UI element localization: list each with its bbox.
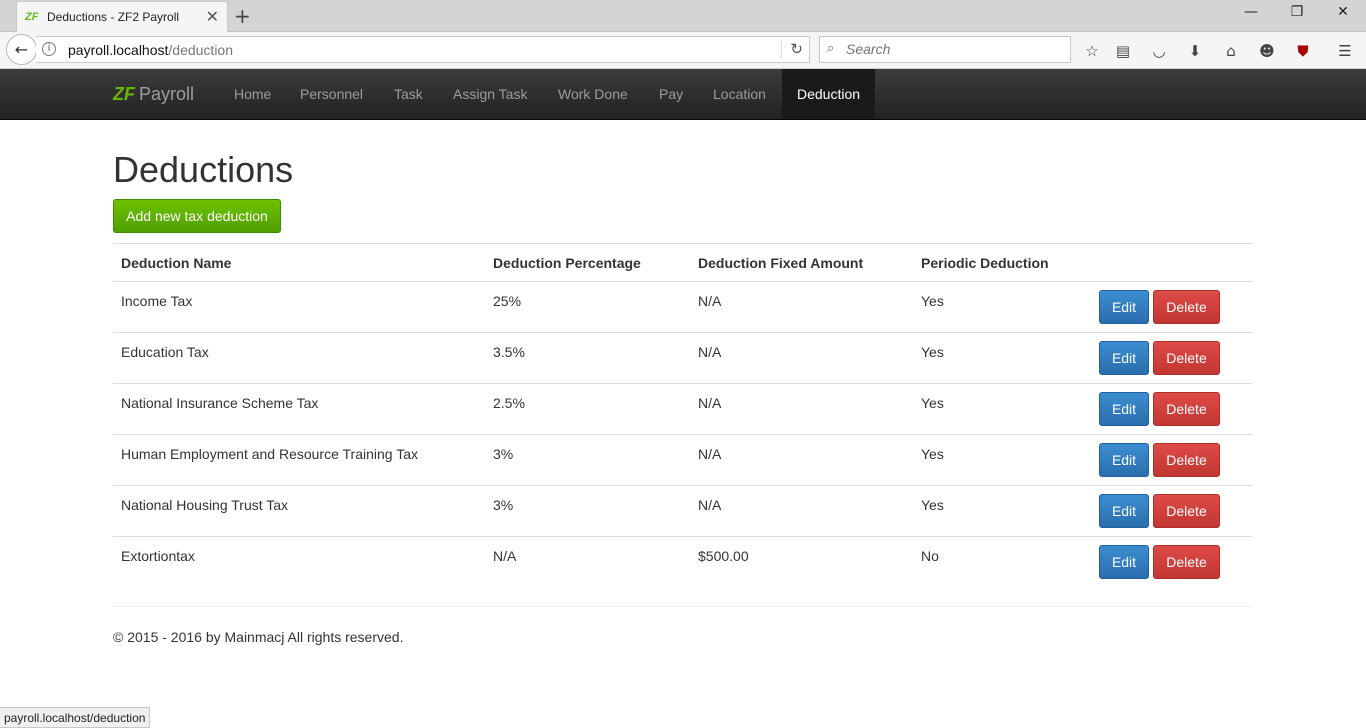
cell-name: Extortiontax xyxy=(121,548,195,564)
cell-name: National Insurance Scheme Tax xyxy=(121,395,319,411)
header-deduction-name: Deduction Name xyxy=(121,255,232,271)
cell-percentage: 3% xyxy=(493,446,514,462)
close-window-icon[interactable]: ✕ xyxy=(1320,4,1366,20)
close-tab-icon[interactable]: ✕ xyxy=(206,7,219,26)
header-deduction-percentage: Deduction Percentage xyxy=(493,255,641,271)
edit-button[interactable]: Edit xyxy=(1099,494,1149,528)
cell-fixed-amount: N/A xyxy=(698,395,722,411)
nav-item-task[interactable]: Task xyxy=(379,69,438,119)
edit-button[interactable]: Edit xyxy=(1099,290,1149,324)
table-header: Deduction Name Deduction Percentage Dedu… xyxy=(113,244,1253,282)
delete-button[interactable]: Delete xyxy=(1153,494,1220,528)
new-tab-button[interactable]: + xyxy=(234,4,251,28)
cell-name: Human Employment and Resource Training T… xyxy=(121,446,419,462)
search-input[interactable] xyxy=(846,41,1066,57)
reader-list-icon[interactable]: ▤ xyxy=(1112,40,1134,62)
delete-button[interactable]: Delete xyxy=(1153,290,1220,324)
browser-status-bar: payroll.localhost/deduction xyxy=(0,707,151,728)
browser-tab[interactable]: ZF Deductions - ZF2 Payroll ✕ xyxy=(16,1,228,32)
search-bar[interactable]: ⌕ xyxy=(819,36,1071,63)
page-title: Deductions xyxy=(113,149,294,190)
menu-icon[interactable]: ☰ xyxy=(1334,40,1356,62)
reload-icon[interactable]: ↻ xyxy=(781,40,803,58)
table-row: Extortiontax N/A $500.00 No Edit Delete xyxy=(113,537,1253,588)
cell-fixed-amount: N/A xyxy=(698,497,722,513)
add-deduction-button[interactable]: Add new tax deduction xyxy=(113,199,281,233)
cell-periodic: Yes xyxy=(921,293,944,309)
cell-periodic: Yes xyxy=(921,446,944,462)
home-icon[interactable]: ⌂ xyxy=(1220,40,1242,62)
cell-fixed-amount: N/A xyxy=(698,446,722,462)
delete-button[interactable]: Delete xyxy=(1153,392,1220,426)
deductions-table: Deduction Name Deduction Percentage Dedu… xyxy=(113,243,1253,588)
restore-icon[interactable]: ❐ xyxy=(1274,4,1320,20)
table-row: National Insurance Scheme Tax 2.5% N/A Y… xyxy=(113,384,1253,435)
cell-periodic: Yes xyxy=(921,395,944,411)
cell-fixed-amount: N/A xyxy=(698,344,722,360)
emoji-icon[interactable]: ☻ xyxy=(1256,40,1278,62)
back-arrow-icon[interactable]: ← xyxy=(6,34,37,65)
edit-button[interactable]: Edit xyxy=(1099,392,1149,426)
nav-item-work-done[interactable]: Work Done xyxy=(543,69,643,119)
nav-item-personnel[interactable]: Personnel xyxy=(285,69,378,119)
url-text: payroll.localhost/deduction xyxy=(68,42,233,58)
nav-item-assign-task[interactable]: Assign Task xyxy=(438,69,542,119)
url-bar[interactable]: i payroll.localhost/deduction ↻ xyxy=(36,36,810,63)
table-row: National Housing Trust Tax 3% N/A Yes Ed… xyxy=(113,486,1253,537)
cell-fixed-amount: N/A xyxy=(698,293,722,309)
cell-periodic: Yes xyxy=(921,344,944,360)
zf-logo: ZF xyxy=(113,84,135,104)
download-icon[interactable]: ⬇ xyxy=(1184,40,1206,62)
edit-button[interactable]: Edit xyxy=(1099,341,1149,375)
cell-percentage: N/A xyxy=(493,548,517,564)
header-deduction-fixed-amount: Deduction Fixed Amount xyxy=(698,255,864,271)
cell-fixed-amount: $500.00 xyxy=(698,548,749,564)
tab-title: Deductions - ZF2 Payroll xyxy=(47,10,180,24)
cell-percentage: 3.5% xyxy=(493,344,525,360)
cell-periodic: No xyxy=(921,548,939,564)
nav-item-location[interactable]: Location xyxy=(698,69,781,119)
footer-divider xyxy=(113,606,1253,607)
cell-name: National Housing Trust Tax xyxy=(121,497,289,513)
header-periodic-deduction: Periodic Deduction xyxy=(921,255,1049,271)
cell-percentage: 25% xyxy=(493,293,522,309)
nav-item-deduction[interactable]: Deduction xyxy=(782,69,876,119)
cell-periodic: Yes xyxy=(921,497,944,513)
cell-percentage: 3% xyxy=(493,497,514,513)
url-path: /deduction xyxy=(168,42,233,58)
pocket-icon[interactable]: ◡ xyxy=(1148,40,1170,62)
edit-button[interactable]: Edit xyxy=(1099,443,1149,477)
edit-button[interactable]: Edit xyxy=(1099,545,1149,579)
delete-button[interactable]: Delete xyxy=(1153,545,1220,579)
delete-button[interactable]: Delete xyxy=(1153,341,1220,375)
cell-percentage: 2.5% xyxy=(493,395,525,411)
browser-toolbar: ← i payroll.localhost/deduction ↻ ⌕ ☆ ▤ … xyxy=(0,32,1366,69)
brand[interactable]: ZF Payroll xyxy=(113,84,194,105)
table-row: Education Tax 3.5% N/A Yes Edit Delete xyxy=(113,333,1253,384)
cell-name: Education Tax xyxy=(121,344,209,360)
cell-name: Income Tax xyxy=(121,293,193,309)
minimize-icon[interactable]: — xyxy=(1228,4,1274,20)
url-host: payroll.localhost xyxy=(68,42,169,58)
footer-copyright: © 2015 - 2016 by Mainmacj All rights res… xyxy=(113,629,404,645)
delete-button[interactable]: Delete xyxy=(1153,443,1220,477)
table-row: Human Employment and Resource Training T… xyxy=(113,435,1253,486)
browser-tab-bar: ZF Deductions - ZF2 Payroll ✕ + — ❐ ✕ xyxy=(0,0,1366,32)
info-icon[interactable]: i xyxy=(42,42,56,56)
brand-text: Payroll xyxy=(139,84,195,104)
bookmark-star-icon[interactable]: ☆ xyxy=(1081,40,1103,62)
table-row: Income Tax 25% N/A Yes Edit Delete xyxy=(113,282,1253,333)
ublock-icon[interactable]: ⛊ xyxy=(1292,40,1314,62)
app-navbar: ZF Payroll Home Personnel Task Assign Tas… xyxy=(0,69,1366,120)
nav-item-home[interactable]: Home xyxy=(219,69,286,119)
nav-item-pay[interactable]: Pay xyxy=(644,69,698,119)
search-icon: ⌕ xyxy=(827,41,835,56)
zf-favicon-icon: ZF xyxy=(25,11,39,23)
